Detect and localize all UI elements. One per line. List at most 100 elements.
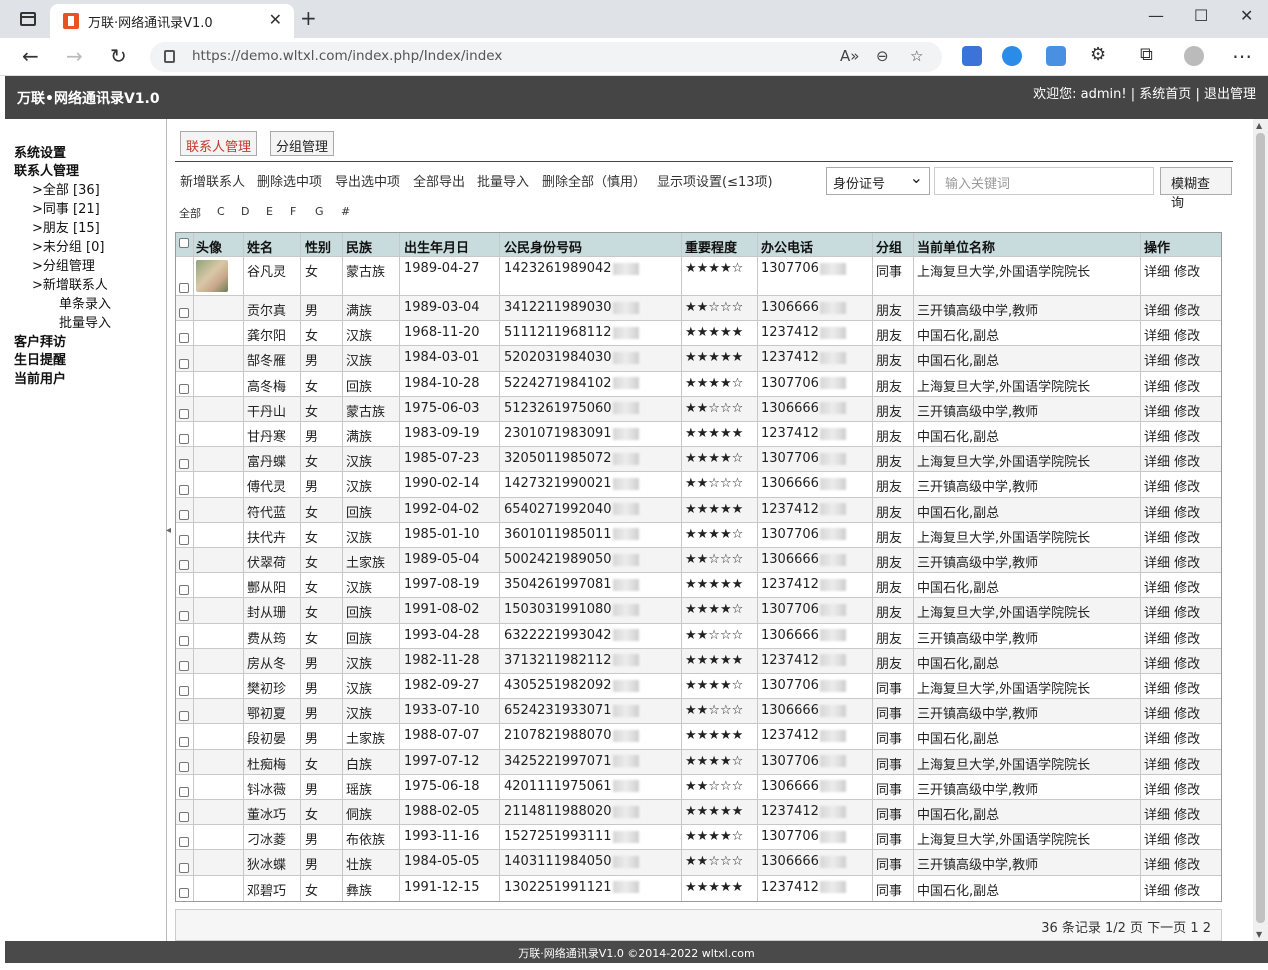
cell-actions[interactable]: 详细 修改 (1144, 376, 1200, 395)
row-checkbox[interactable] (179, 887, 189, 898)
tab-groups[interactable]: 分组管理 (270, 131, 335, 156)
row-checkbox[interactable] (179, 686, 189, 697)
refresh-icon[interactable]: ↻ (110, 44, 127, 68)
cell-actions[interactable]: 详细 修改 (1144, 779, 1200, 798)
delete-selected-button[interactable]: 删除选中项 (257, 171, 322, 190)
cell-actions[interactable]: 详细 修改 (1144, 754, 1200, 773)
row-checkbox[interactable] (179, 711, 189, 722)
maximize-icon[interactable]: ☐ (1194, 6, 1208, 25)
cell-actions[interactable]: 详细 修改 (1144, 628, 1200, 647)
scroll-up-icon[interactable]: ▲ (1256, 121, 1262, 130)
row-checkbox[interactable] (179, 534, 189, 545)
row-checkbox[interactable] (179, 509, 189, 520)
calendar-icon[interactable] (1046, 46, 1066, 66)
row-checkbox[interactable] (179, 283, 189, 293)
cell-actions[interactable]: 详细 修改 (1144, 880, 1200, 899)
batch-import-button[interactable]: 批量导入 (477, 171, 529, 190)
sidebar-item-groups[interactable]: >分组管理 (32, 255, 95, 274)
delete-all-button[interactable]: 删除全部（慎用） (542, 171, 646, 190)
row-checkbox[interactable] (179, 786, 189, 797)
filter-e[interactable]: E (266, 205, 273, 218)
row-checkbox[interactable] (179, 761, 189, 772)
search-input[interactable]: 输入关键词 (934, 167, 1154, 195)
row-checkbox[interactable] (179, 459, 189, 470)
extensions-icon[interactable]: ⚙ (1090, 44, 1106, 65)
close-window-icon[interactable]: ✕ (1240, 6, 1253, 25)
cell-actions[interactable]: 详细 修改 (1144, 854, 1200, 873)
row-checkbox[interactable] (179, 484, 189, 495)
browser-tab[interactable]: 万联·网络通讯录V1.0 ✕ (50, 4, 294, 38)
cell-actions[interactable]: 详细 修改 (1144, 261, 1200, 280)
cell-actions[interactable]: 详细 修改 (1144, 527, 1200, 546)
select-all-checkbox[interactable] (179, 238, 189, 248)
collections-icon[interactable]: ⧉ (1140, 44, 1153, 65)
edge-extension-icon[interactable] (1002, 46, 1022, 66)
scroll-down-icon[interactable]: ▼ (1256, 930, 1262, 939)
sidebar-item-settings[interactable]: 系统设置 (14, 142, 66, 161)
filter-d[interactable]: D (241, 205, 249, 218)
add-contact-button[interactable]: 新增联系人 (180, 171, 245, 190)
export-selected-button[interactable]: 导出选中项 (335, 171, 400, 190)
row-checkbox[interactable] (179, 358, 189, 369)
home-link[interactable]: 系统首页 (1139, 87, 1191, 102)
sidebar-item-birthday[interactable]: 生日提醒 (14, 349, 66, 368)
cell-actions[interactable]: 详细 修改 (1144, 653, 1200, 672)
row-checkbox[interactable] (179, 635, 189, 646)
favorite-icon[interactable]: ☆ (910, 47, 923, 65)
row-checkbox[interactable] (179, 434, 189, 445)
cell-actions[interactable]: 详细 修改 (1144, 804, 1200, 823)
sidebar-item-ungrouped[interactable]: >未分组 [0] (32, 236, 104, 255)
sidebar-item-single-entry[interactable]: 单条录入 (59, 293, 111, 312)
filter-g[interactable]: G (315, 205, 324, 218)
cell-actions[interactable]: 详细 修改 (1144, 703, 1200, 722)
filter-all[interactable]: 全部 (179, 205, 201, 221)
row-checkbox[interactable] (179, 408, 189, 419)
filter-f[interactable]: F (290, 205, 296, 218)
row-checkbox[interactable] (179, 736, 189, 747)
cell-actions[interactable]: 详细 修改 (1144, 502, 1200, 521)
row-checkbox[interactable] (179, 660, 189, 671)
cell-actions[interactable]: 详细 修改 (1144, 300, 1200, 319)
cell-actions[interactable]: 详细 修改 (1144, 552, 1200, 571)
scrollbar[interactable]: ▲ ▼ (1253, 119, 1268, 941)
row-checkbox[interactable] (179, 308, 189, 319)
cell-actions[interactable]: 详细 修改 (1144, 325, 1200, 344)
extension-icon[interactable] (962, 46, 982, 66)
row-checkbox[interactable] (179, 812, 189, 823)
row-checkbox[interactable] (179, 862, 189, 873)
url-field[interactable]: https://demo.wltxl.com/index.php/Index/i… (150, 42, 942, 72)
row-checkbox[interactable] (179, 585, 189, 596)
cell-actions[interactable]: 详细 修改 (1144, 577, 1200, 596)
cell-actions[interactable]: 详细 修改 (1144, 728, 1200, 747)
cell-actions[interactable]: 详细 修改 (1144, 829, 1200, 848)
search-button[interactable]: 模糊查询 (1160, 167, 1232, 211)
display-settings-button[interactable]: 显示项设置(≤13项) (657, 171, 773, 190)
back-icon[interactable]: ← (22, 44, 39, 68)
cell-actions[interactable]: 详细 修改 (1144, 476, 1200, 495)
read-aloud-icon[interactable]: A» (840, 47, 859, 65)
sidebar-item-friends[interactable]: >朋友 [15] (32, 217, 100, 236)
forward-icon[interactable]: → (66, 44, 83, 68)
sidebar-item-all[interactable]: >全部 [36] (32, 179, 100, 198)
cell-actions[interactable]: 详细 修改 (1144, 602, 1200, 621)
sidebar-item-new-contact[interactable]: >新增联系人 (32, 274, 108, 293)
filter-hash[interactable]: # (341, 205, 350, 218)
profile-avatar[interactable] (1184, 46, 1204, 66)
more-icon[interactable]: ⋯ (1232, 44, 1252, 68)
export-all-button[interactable]: 全部导出 (413, 171, 465, 190)
cell-actions[interactable]: 详细 修改 (1144, 678, 1200, 697)
row-checkbox[interactable] (179, 610, 189, 621)
cell-actions[interactable]: 详细 修改 (1144, 350, 1200, 369)
scrollbar-thumb[interactable] (1256, 133, 1265, 923)
sidebar-item-current-user[interactable]: 当前用户 (14, 368, 66, 387)
sidebar-item-colleagues[interactable]: >同事 [21] (32, 198, 100, 217)
logout-link[interactable]: 退出管理 (1204, 87, 1256, 102)
row-checkbox[interactable] (179, 333, 189, 344)
filter-c[interactable]: C (217, 205, 225, 218)
cell-actions[interactable]: 详细 修改 (1144, 401, 1200, 420)
row-checkbox[interactable] (179, 837, 189, 848)
tab-actions-icon[interactable] (20, 12, 36, 26)
sidebar-item-contacts[interactable]: 联系人管理 (14, 160, 79, 179)
search-field-select[interactable]: 身份证号 (826, 167, 930, 195)
cell-actions[interactable]: 详细 修改 (1144, 426, 1200, 445)
